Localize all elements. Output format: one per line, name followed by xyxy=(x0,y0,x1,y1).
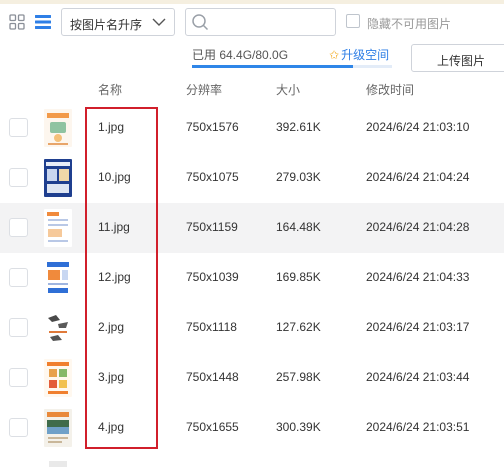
file-thumbnail xyxy=(44,259,72,297)
search-input[interactable] xyxy=(185,8,336,36)
name-column-highlight xyxy=(85,107,158,449)
file-row[interactable]: 12.jpg 750x1039 169.85K 2024/6/24 21:04:… xyxy=(0,253,504,303)
file-size: 127.62K xyxy=(276,320,321,334)
storage-progress-fill xyxy=(192,65,353,68)
column-header-resolution[interactable]: 分辨率 xyxy=(186,81,222,98)
file-thumbnail xyxy=(44,409,72,447)
grid-view-icon[interactable] xyxy=(9,14,25,30)
row-checkbox[interactable] xyxy=(9,218,28,237)
file-resolution: 750x1159 xyxy=(186,220,238,234)
next-row-thumbnail-peek xyxy=(49,461,67,467)
column-header-size[interactable]: 大小 xyxy=(276,81,300,98)
file-thumbnail xyxy=(44,159,72,197)
upload-image-label: 上传图片 xyxy=(437,54,486,68)
table-header: 名称 分辨率 大小 修改时间 xyxy=(0,76,504,100)
file-resolution: 750x1655 xyxy=(186,420,239,434)
file-modified: 2024/6/24 21:03:44 xyxy=(366,370,470,384)
file-resolution: 750x1576 xyxy=(186,120,239,134)
file-resolution: 750x1039 xyxy=(186,270,239,284)
row-checkbox[interactable] xyxy=(9,318,28,337)
file-row[interactable]: 1.jpg 750x1576 392.61K 2024/6/24 21:03:1… xyxy=(0,103,504,153)
hide-unavailable-checkbox[interactable] xyxy=(346,14,360,28)
file-modified: 2024/6/24 21:04:24 xyxy=(366,170,470,184)
file-size: 392.61K xyxy=(276,120,321,134)
file-size: 300.39K xyxy=(276,420,321,434)
row-checkbox[interactable] xyxy=(9,118,28,137)
sort-select[interactable]: 按图片名升序 xyxy=(61,8,175,36)
storage-progress-bar xyxy=(192,65,392,68)
file-size: 169.85K xyxy=(276,270,321,284)
upgrade-space-label: 升级空间 xyxy=(341,48,390,62)
file-row[interactable]: 4.jpg 750x1655 300.39K 2024/6/24 21:03:5… xyxy=(0,403,504,453)
column-header-name[interactable]: 名称 xyxy=(98,81,122,98)
toolbar: 按图片名升序 隐藏不可用图片 xyxy=(0,8,504,38)
file-thumbnail xyxy=(44,309,72,347)
file-row[interactable]: 11.jpg 750x1159 164.48K 2024/6/24 21:04:… xyxy=(0,203,504,253)
search-icon xyxy=(192,14,209,31)
file-resolution: 750x1075 xyxy=(186,170,239,184)
upgrade-space-link[interactable]: ✩ 升级空间 xyxy=(329,46,389,63)
file-size: 257.98K xyxy=(276,370,321,384)
file-thumbnail xyxy=(44,109,72,147)
chevron-down-icon xyxy=(152,18,166,26)
column-header-modified[interactable]: 修改时间 xyxy=(366,81,414,98)
sort-select-label: 按图片名升序 xyxy=(70,18,143,32)
file-modified: 2024/6/24 21:04:33 xyxy=(366,270,470,284)
row-checkbox[interactable] xyxy=(9,418,28,437)
top-strip xyxy=(0,0,504,4)
file-thumbnail xyxy=(44,209,72,247)
file-resolution: 750x1118 xyxy=(186,320,237,334)
file-thumbnail xyxy=(44,359,72,397)
row-checkbox[interactable] xyxy=(9,168,28,187)
file-row[interactable]: 3.jpg 750x1448 257.98K 2024/6/24 21:03:4… xyxy=(0,353,504,403)
file-modified: 2024/6/24 21:03:10 xyxy=(366,120,470,134)
file-row[interactable]: 10.jpg 750x1075 279.03K 2024/6/24 21:04:… xyxy=(0,153,504,203)
storage-used-text: 已用 64.4G/80.0G xyxy=(192,48,289,62)
hide-unavailable-label: 隐藏不可用图片 xyxy=(367,17,452,31)
file-modified: 2024/6/24 21:03:51 xyxy=(366,420,470,434)
upload-image-button[interactable]: 上传图片 xyxy=(411,44,504,72)
row-checkbox[interactable] xyxy=(9,268,28,287)
row-checkbox[interactable] xyxy=(9,368,28,387)
file-resolution: 750x1448 xyxy=(186,370,239,384)
star-icon: ✩ xyxy=(329,48,340,62)
file-modified: 2024/6/24 21:04:28 xyxy=(366,220,470,234)
file-row[interactable]: 2.jpg 750x1118 127.62K 2024/6/24 21:03:1… xyxy=(0,303,504,353)
list-view-icon[interactable] xyxy=(34,13,52,31)
file-size: 164.48K xyxy=(276,220,321,234)
file-size: 279.03K xyxy=(276,170,321,184)
file-modified: 2024/6/24 21:03:17 xyxy=(366,320,470,334)
